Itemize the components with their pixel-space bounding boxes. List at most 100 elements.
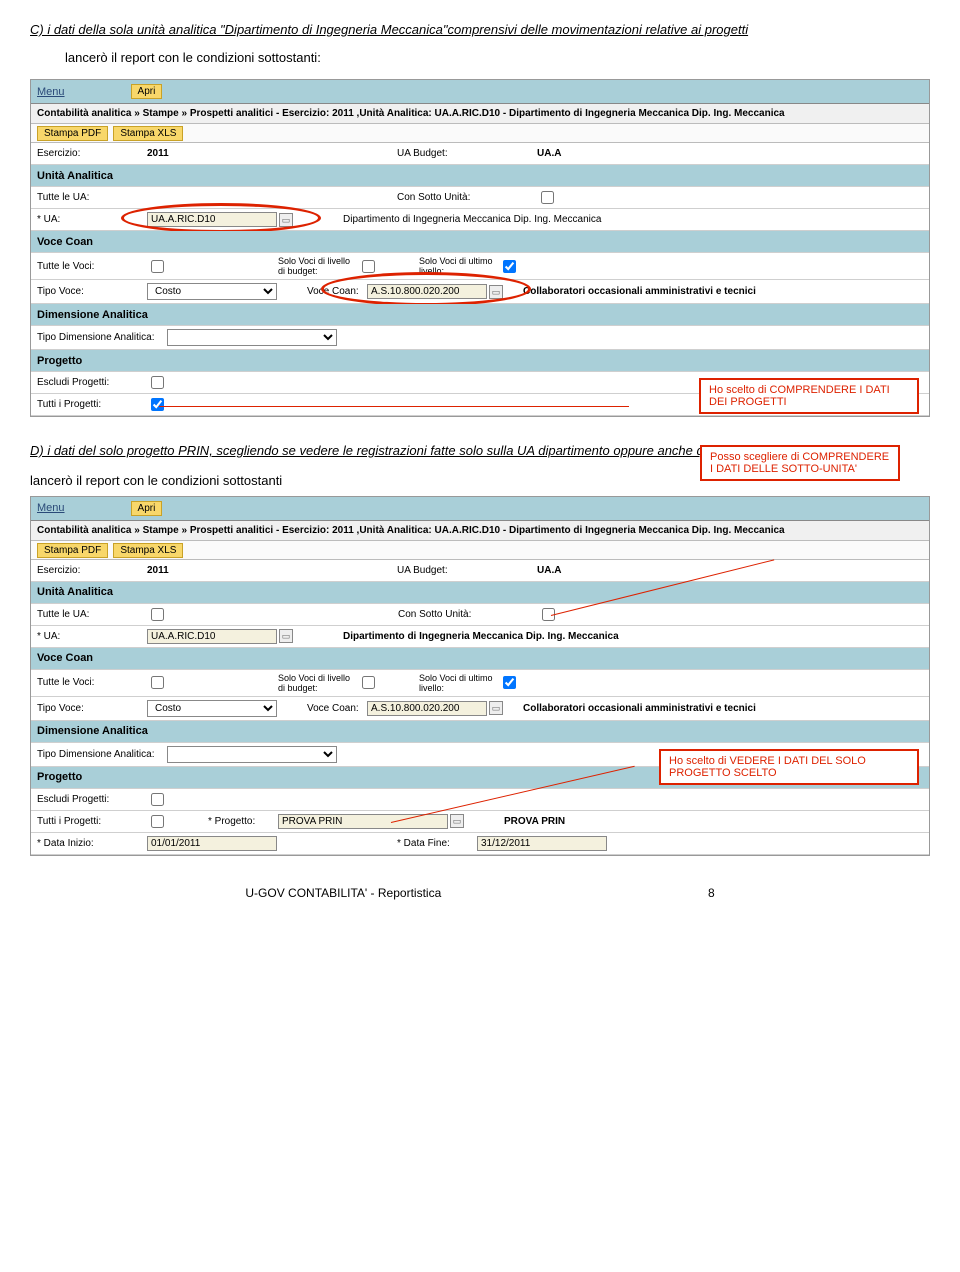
annotation-sotto-unita: Posso scegliere di COMPRENDERE I DATI DE…	[700, 445, 900, 481]
menubar: Menu Apri	[31, 80, 929, 104]
toolbar: Stampa PDF Stampa XLS	[31, 124, 929, 143]
solo-ultimo-checkbox[interactable]	[503, 260, 516, 273]
ua-input[interactable]	[147, 629, 277, 644]
row-tutte-ua: Tutte le UA: Con Sotto Unità:	[31, 604, 929, 626]
annotation-comprendere-progetti: Ho scelto di COMPRENDERE I DATI DEI PROG…	[699, 378, 919, 414]
solo-budget-checkbox[interactable]	[362, 260, 375, 273]
solo-budget-checkbox[interactable]	[362, 676, 375, 689]
row-tutte-voci: Tutte le Voci: Solo Voci di livello di b…	[31, 253, 929, 280]
uabudget-label: UA Budget:	[397, 148, 537, 159]
tutti-prog-label: Tutti i Progetti:	[37, 816, 147, 827]
section-c-intro: C) i dati della sola unità analitica "Di…	[30, 20, 930, 67]
tutte-ua-label: Tutte le UA:	[37, 192, 147, 203]
ua-desc: Dipartimento di Ingegneria Meccanica Dip…	[343, 631, 619, 642]
footer-text: U-GOV CONTABILITA' - Reportistica	[245, 886, 441, 900]
solo-budget-label: Solo Voci di livello di budget:	[278, 673, 358, 693]
row-date: * Data Inizio: * Data Fine:	[31, 833, 929, 855]
con-sotto-checkbox[interactable]	[542, 608, 555, 621]
section-voce-coan: Voce Coan	[31, 231, 929, 253]
annotation-solo-progetto: Ho scelto di VEDERE I DATI DEL SOLO PROG…	[659, 749, 919, 785]
tipo-dim-label: Tipo Dimensione Analitica:	[37, 749, 167, 760]
tipo-voce-select[interactable]: Costo	[147, 283, 277, 300]
uabudget-label: UA Budget:	[397, 565, 537, 576]
section-unita-analitica: Unità Analitica	[31, 165, 929, 187]
row-tutte-ua: Tutte le UA: Con Sotto Unità:	[31, 187, 929, 209]
section-voce-coan: Voce Coan	[31, 648, 929, 670]
data-inizio-input[interactable]	[147, 836, 277, 851]
ua-desc: Dipartimento di Ingegneria Meccanica Dip…	[343, 214, 601, 225]
tipo-voce-label: Tipo Voce:	[37, 286, 147, 297]
stampa-xls-button[interactable]: Stampa XLS	[113, 126, 183, 141]
section-dimensione: Dimensione Analitica	[31, 721, 929, 743]
toolbar: Stampa PDF Stampa XLS	[31, 541, 929, 560]
lookup-icon[interactable]: ▭	[489, 285, 503, 299]
section-unita-analitica: Unità Analitica	[31, 582, 929, 604]
esercizio-value: 2011	[147, 148, 277, 159]
data-fine-label: * Data Fine:	[397, 838, 477, 849]
progetto-input[interactable]	[278, 814, 448, 829]
menu-link[interactable]: Menu	[37, 86, 65, 98]
ua-label: * UA:	[37, 631, 147, 642]
row-tipo-voce: Tipo Voce: Costo Voce Coan: ▭ Collaborat…	[31, 697, 929, 721]
row-tutte-voci: Tutte le Voci: Solo Voci di livello di b…	[31, 670, 929, 697]
row-tipo-voce: Tipo Voce: Costo Voce Coan: ▭ Collaborat…	[31, 280, 929, 304]
ua-input[interactable]	[147, 212, 277, 227]
solo-ultimo-checkbox[interactable]	[503, 676, 516, 689]
voce-coan-label: Voce Coan:	[307, 286, 367, 297]
data-fine-input[interactable]	[477, 836, 607, 851]
row-esercizio: Esercizio: 2011 UA Budget: UA.A	[31, 143, 929, 165]
tutte-voci-checkbox[interactable]	[151, 260, 164, 273]
section-c-title: C) i dati della sola unità analitica "Di…	[30, 20, 930, 40]
tutte-voci-checkbox[interactable]	[151, 676, 164, 689]
stampa-pdf-button[interactable]: Stampa PDF	[37, 126, 108, 141]
report-window-1: Menu Apri Contabilità analitica » Stampe…	[30, 79, 930, 417]
uabudget-value: UA.A	[537, 565, 561, 576]
tutti-prog-checkbox[interactable]	[151, 398, 164, 411]
solo-budget-label: Solo Voci di livello di budget:	[278, 256, 358, 276]
tutte-voci-label: Tutte le Voci:	[37, 261, 147, 272]
tutti-prog-label: Tutti i Progetti:	[37, 399, 147, 410]
tutte-ua-checkbox[interactable]	[151, 608, 164, 621]
progetto-label: * Progetto:	[208, 816, 278, 827]
menubar: Menu Apri	[31, 497, 929, 521]
apri-tab[interactable]: Apri	[131, 84, 163, 99]
esercizio-label: Esercizio:	[37, 565, 147, 576]
tutte-voci-label: Tutte le Voci:	[37, 677, 147, 688]
con-sotto-checkbox[interactable]	[541, 191, 554, 204]
tipo-dim-select[interactable]	[167, 329, 337, 346]
section-dimensione: Dimensione Analitica	[31, 304, 929, 326]
row-tipo-dim: Tipo Dimensione Analitica:	[31, 326, 929, 350]
apri-tab[interactable]: Apri	[131, 501, 163, 516]
section-c-subtitle: lancerò il report con le condizioni sott…	[65, 48, 930, 68]
solo-ultimo-label: Solo Voci di ultimo livello:	[419, 256, 499, 276]
escludi-checkbox[interactable]	[151, 793, 164, 806]
tipo-dim-select[interactable]	[167, 746, 337, 763]
lookup-icon[interactable]: ▭	[450, 814, 464, 828]
page-number: 8	[708, 886, 715, 900]
row-escludi: Escludi Progetti:	[31, 789, 929, 811]
stampa-xls-button[interactable]: Stampa XLS	[113, 543, 183, 558]
lookup-icon[interactable]: ▭	[489, 701, 503, 715]
lookup-icon[interactable]: ▭	[279, 213, 293, 227]
uabudget-value: UA.A	[537, 148, 561, 159]
stampa-pdf-button[interactable]: Stampa PDF	[37, 543, 108, 558]
voce-coan-label: Voce Coan:	[307, 703, 367, 714]
ua-label: * UA:	[37, 214, 147, 225]
tipo-voce-select[interactable]: Costo	[147, 700, 277, 717]
esercizio-value: 2011	[147, 565, 277, 576]
page-footer: U-GOV CONTABILITA' - Reportistica 8	[30, 886, 930, 900]
menu-link[interactable]: Menu	[37, 502, 65, 514]
voce-coan-input[interactable]	[367, 284, 487, 299]
solo-ultimo-label: Solo Voci di ultimo livello:	[419, 673, 499, 693]
tipo-voce-label: Tipo Voce:	[37, 703, 147, 714]
tipo-dim-label: Tipo Dimensione Analitica:	[37, 332, 167, 343]
voce-coan-input[interactable]	[367, 701, 487, 716]
row-esercizio: Esercizio: 2011 UA Budget: UA.A	[31, 560, 929, 582]
row-ua: * UA: ▭ Dipartimento di Ingegneria Mecca…	[31, 626, 929, 648]
escludi-checkbox[interactable]	[151, 376, 164, 389]
escludi-label: Escludi Progetti:	[37, 794, 147, 805]
breadcrumb: Contabilità analitica » Stampe » Prospet…	[31, 521, 929, 541]
section-progetto: Progetto	[31, 350, 929, 372]
lookup-icon[interactable]: ▭	[279, 629, 293, 643]
tutti-prog-checkbox[interactable]	[151, 815, 164, 828]
